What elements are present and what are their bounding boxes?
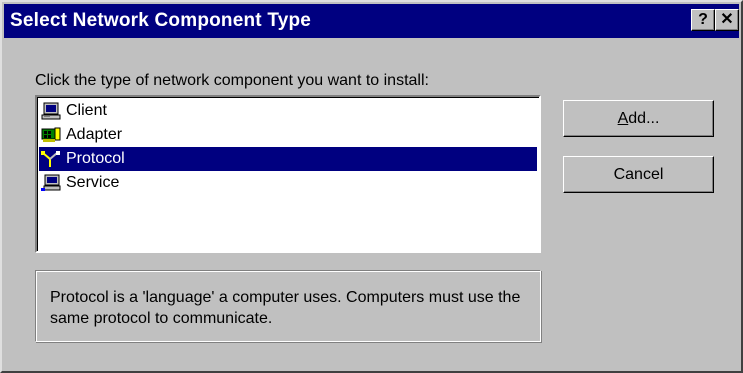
list-item-service[interactable]: Service (39, 171, 537, 195)
dialog-window: Select Network Component Type ? ✕ Click … (0, 0, 743, 373)
list-item-protocol[interactable]: Protocol (39, 147, 537, 171)
protocol-icon (41, 151, 60, 167)
description-group: Protocol is a 'language' a computer uses… (35, 270, 541, 342)
title-bar[interactable]: Select Network Component Type ? ✕ (4, 4, 739, 38)
list-item-adapter[interactable]: Adapter (39, 123, 537, 147)
list-item-label: Service (66, 174, 120, 191)
add-label: dd... (628, 109, 660, 127)
cancel-button[interactable]: Cancel (563, 156, 714, 193)
list-item-label: Client (66, 102, 107, 119)
add-button[interactable]: Add... (563, 100, 714, 137)
network-adapter-icon (41, 127, 61, 142)
component-description: Protocol is a 'language' a computer uses… (50, 289, 521, 327)
add-accelerator: A (617, 109, 629, 127)
help-button[interactable]: ? (691, 9, 715, 31)
service-icon (41, 174, 61, 191)
close-icon: ✕ (720, 11, 734, 28)
instruction-label: Click the type of network component you … (35, 72, 429, 89)
list-item-label: Protocol (66, 150, 125, 167)
help-icon: ? (698, 11, 708, 28)
client-computer-icon (41, 102, 61, 120)
list-item-label: Adapter (66, 126, 123, 143)
component-type-list[interactable]: Client Adapter Protocol Service (35, 95, 541, 253)
dialog-title: Select Network Component Type (10, 10, 312, 31)
close-button[interactable]: ✕ (715, 9, 739, 31)
list-item-client[interactable]: Client (39, 99, 537, 123)
